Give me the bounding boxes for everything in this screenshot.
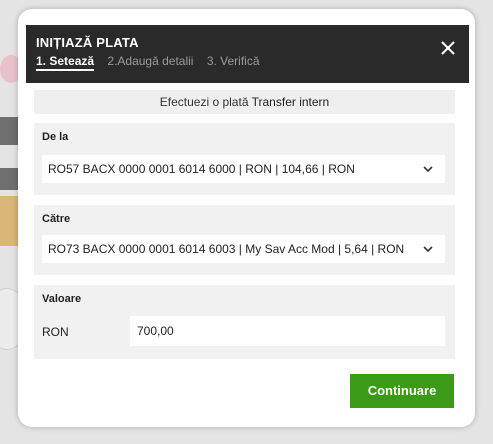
banner-payment-type: Transfer intern xyxy=(251,95,330,109)
currency-label: RON xyxy=(42,325,69,339)
step-3[interactable]: 3. Verifică xyxy=(207,54,260,68)
from-account-select[interactable]: RO57 BACX 0000 0001 6014 6000 | RON | 10… xyxy=(42,155,445,183)
modal-body: Efectuezi o plată Transfer intern De la … xyxy=(26,83,469,427)
to-field-group: Către RO73 BACX 0000 0001 6014 6003 | My… xyxy=(34,205,455,275)
chevron-down-icon xyxy=(423,246,433,253)
payment-type-banner: Efectuezi o plată Transfer intern xyxy=(34,90,455,114)
step-indicator: 1. Setează 2.Adaugă detalii 3. Verifică xyxy=(36,54,270,71)
to-account-select[interactable]: RO73 BACX 0000 0001 6014 6003 | My Sav A… xyxy=(42,235,445,263)
to-label: Către xyxy=(42,213,71,225)
amount-label: Valoare xyxy=(42,293,82,305)
close-button[interactable] xyxy=(437,37,459,59)
step-1[interactable]: 1. Setează xyxy=(36,54,95,71)
close-icon xyxy=(441,41,455,55)
payment-modal: INIȚIAZĂ PLATA 1. Setează 2.Adaugă detal… xyxy=(18,9,475,427)
chevron-down-icon xyxy=(423,166,433,173)
modal-title: INIȚIAZĂ PLATA xyxy=(36,35,139,50)
amount-input[interactable]: 700,00 xyxy=(130,316,445,346)
to-account-value: RO73 BACX 0000 0001 6014 6003 | My Sav A… xyxy=(48,242,405,256)
from-label: De la xyxy=(42,131,69,143)
banner-prefix: Efectuezi o plată xyxy=(159,95,249,109)
from-account-value: RO57 BACX 0000 0001 6014 6000 | RON | 10… xyxy=(48,162,355,176)
continue-button[interactable]: Continuare xyxy=(350,374,454,408)
modal-header: INIȚIAZĂ PLATA 1. Setează 2.Adaugă detal… xyxy=(26,25,469,83)
amount-field-group: Valoare RON 700,00 xyxy=(34,285,455,359)
step-2[interactable]: 2.Adaugă detalii xyxy=(107,54,193,68)
from-field-group: De la RO57 BACX 0000 0001 6014 6000 | RO… xyxy=(34,123,455,195)
